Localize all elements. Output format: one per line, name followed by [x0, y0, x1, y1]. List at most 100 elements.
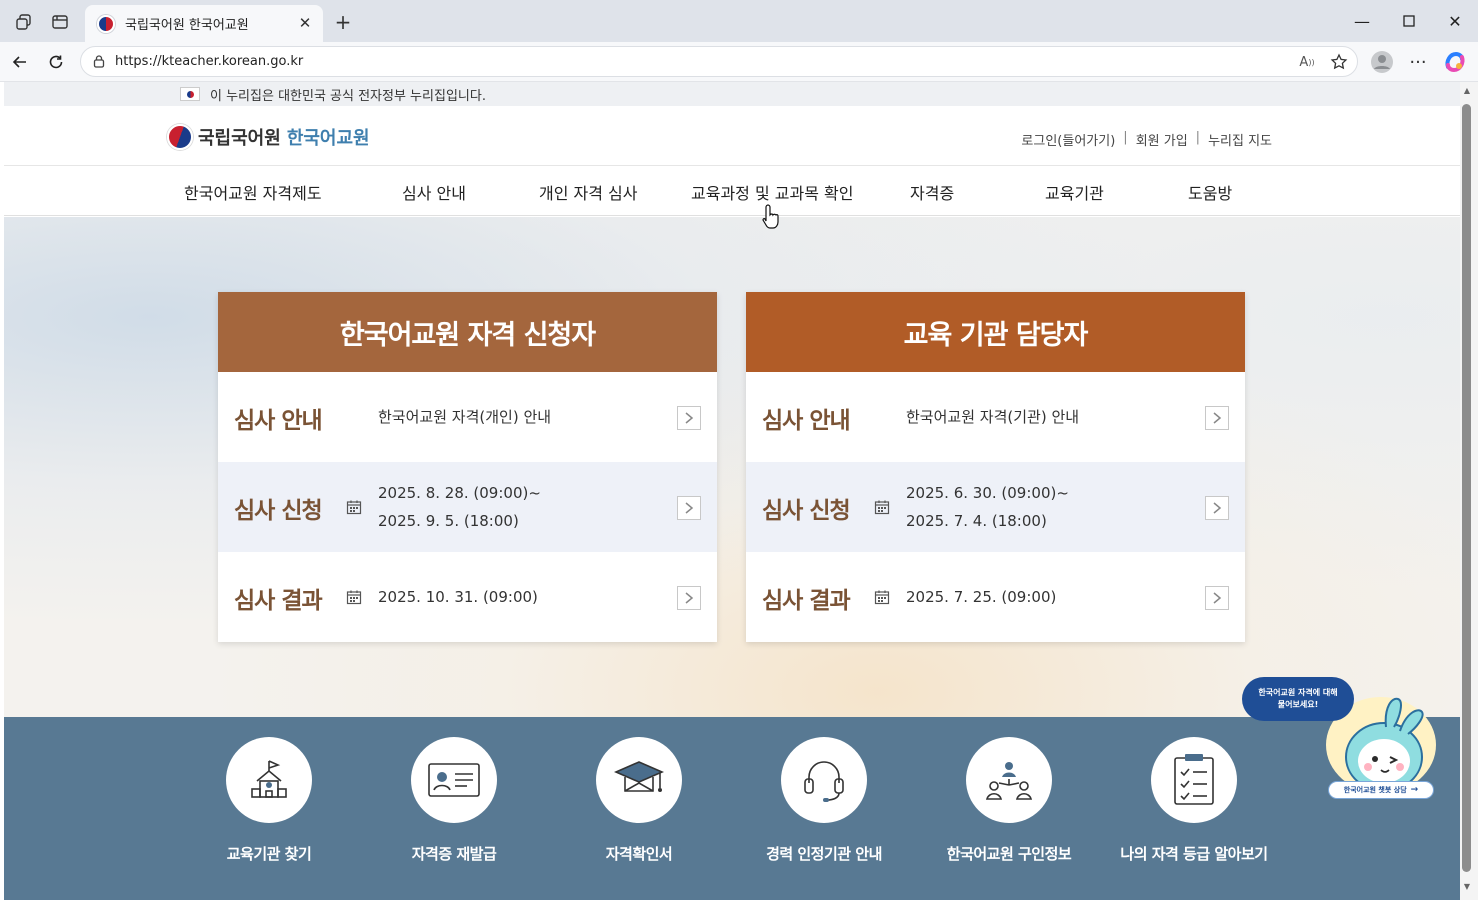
- utility-links: 로그인(들어가기) | 회원 가입 | 누리집 지도: [1021, 130, 1272, 149]
- calendar-icon: [874, 590, 890, 605]
- card-individual-applicant: 한국어교원 자격 신청자 심사 안내 한국어교원 자격(개인) 안내 심사 신청…: [218, 292, 717, 642]
- chevron-right-icon[interactable]: [677, 496, 701, 520]
- page-scrollbar[interactable]: ▲ ▼: [1460, 82, 1478, 900]
- profile-avatar-icon[interactable]: [1368, 48, 1396, 76]
- row-label: 심사 안내: [234, 408, 323, 434]
- site-logo[interactable]: 국립국어원 한국어교원: [167, 124, 370, 150]
- chevron-right-icon[interactable]: [1205, 496, 1229, 520]
- main-navigation: 한국어교원 자격제도 심사 안내 개인 자격 심사 교육과정 및 교과목 확인 …: [4, 166, 1460, 216]
- card-row-review-application[interactable]: 심사 신청 2025. 6. 30. (09:00)~ 2025. 7. 4. …: [746, 462, 1245, 552]
- divider: |: [1195, 130, 1201, 145]
- quick-link-label: 경력 인정기관 안내: [766, 845, 882, 863]
- more-options-icon[interactable]: ···: [1404, 48, 1432, 76]
- minimize-icon[interactable]: —: [1349, 9, 1375, 33]
- login-link[interactable]: 로그인(들어가기): [1021, 130, 1115, 149]
- row-text: 2025. 8. 28. (09:00)~ 2025. 9. 5. (18:00…: [378, 484, 541, 530]
- quick-link-reissue-certificate[interactable]: 자격증 재발급: [379, 737, 529, 864]
- browser-titlebar: 국립국어원 한국어교원 ✕ + — ✕: [0, 0, 1478, 42]
- refresh-icon[interactable]: [42, 48, 70, 76]
- site-header: 국립국어원 한국어교원 로그인(들어가기) | 회원 가입 | 누리집 지도: [4, 106, 1460, 166]
- logo-site-text: 한국어교원: [286, 128, 370, 149]
- arrow-right-icon: →: [1410, 785, 1419, 795]
- logo-org-text: 국립국어원: [198, 128, 281, 149]
- graduation-cap-icon: [596, 737, 682, 823]
- site-favicon-icon: [97, 14, 115, 33]
- back-icon[interactable]: [6, 48, 34, 76]
- window-close-icon[interactable]: ✕: [1442, 9, 1468, 33]
- signup-link[interactable]: 회원 가입: [1136, 130, 1188, 149]
- nav-help[interactable]: 도움방: [1188, 180, 1232, 204]
- row-label: 심사 결과: [234, 588, 323, 614]
- chevron-right-icon[interactable]: [677, 406, 701, 430]
- tab-actions-icon[interactable]: [46, 8, 74, 36]
- hand-cursor-icon: [762, 204, 779, 229]
- workspaces-icon[interactable]: [10, 8, 38, 36]
- quick-link-label: 교육기관 찾기: [226, 845, 312, 863]
- quick-link-job-info[interactable]: 한국어교원 구인정보: [934, 737, 1084, 864]
- chevron-right-icon[interactable]: [677, 586, 701, 610]
- row-text: 2025. 10. 31. (09:00): [378, 588, 538, 606]
- quick-link-career-institutions[interactable]: 경력 인정기관 안내: [749, 737, 899, 864]
- scroll-down-icon[interactable]: ▼: [1462, 882, 1472, 892]
- lock-icon[interactable]: [92, 54, 106, 68]
- tab-close-icon[interactable]: ✕: [295, 13, 315, 33]
- chatbot-button[interactable]: 한국어교원 챗봇 상담 →: [1328, 781, 1434, 799]
- headset-icon: [781, 737, 867, 823]
- quick-link-label: 나의 자격 등급 알아보기: [1120, 845, 1268, 863]
- divider: |: [1123, 130, 1128, 145]
- card-row-review-application[interactable]: 심사 신청 2025. 8. 28. (09:00)~ 2025. 9. 5. …: [218, 462, 717, 552]
- nav-institutions[interactable]: 교육기관: [1045, 180, 1104, 204]
- quick-link-find-institution[interactable]: 교육기관 찾기: [194, 737, 344, 864]
- card-title: 교육 기관 담당자: [746, 292, 1245, 372]
- row-text: 2025. 7. 25. (09:00): [906, 588, 1057, 606]
- calendar-icon: [346, 590, 362, 605]
- url-text: https://kteacher.korean.go.kr: [115, 54, 304, 69]
- nav-certificate[interactable]: 자격증: [910, 180, 954, 204]
- new-tab-button[interactable]: +: [330, 9, 356, 35]
- nav-review-guide[interactable]: 심사 안내: [402, 180, 466, 204]
- quick-link-label: 자격증 재발급: [411, 845, 497, 863]
- browser-tab[interactable]: 국립국어원 한국어교원 ✕: [85, 5, 323, 42]
- calendar-icon: [346, 500, 362, 515]
- address-bar[interactable]: https://kteacher.korean.go.kr A)): [80, 46, 1358, 77]
- row-label: 심사 안내: [762, 408, 851, 434]
- card-title: 한국어교원 자격 신청자: [218, 292, 717, 372]
- quick-link-label: 한국어교원 구인정보: [946, 845, 1072, 863]
- favorite-star-icon[interactable]: [1329, 52, 1349, 72]
- scroll-thumb[interactable]: [1462, 104, 1471, 872]
- row-label: 심사 신청: [234, 498, 323, 524]
- card-row-review-guide[interactable]: 심사 안내 한국어교원 자격(개인) 안내: [218, 372, 717, 462]
- gov-banner-text: 이 누리집은 대한민국 공식 전자정부 누리집입니다.: [210, 88, 486, 104]
- chatbot-widget[interactable]: 한국어교원 자격에 대해 물어보세요! 한국어교원 챗봇 상담 →: [1240, 677, 1440, 807]
- scroll-up-icon[interactable]: ▲: [1462, 86, 1472, 96]
- chevron-right-icon[interactable]: [1205, 406, 1229, 430]
- row-label: 심사 결과: [762, 588, 851, 614]
- row-text: 한국어교원 자격(기관) 안내: [906, 408, 1080, 426]
- maximize-icon[interactable]: [1396, 9, 1422, 33]
- clipboard-checklist-icon: [1151, 737, 1237, 823]
- address-toolbar: https://kteacher.korean.go.kr A)) ···: [0, 42, 1478, 82]
- sitemap-link[interactable]: 누리집 지도: [1208, 130, 1272, 149]
- nav-qualification-system[interactable]: 한국어교원 자격제도: [184, 180, 322, 204]
- card-institution-manager: 교육 기관 담당자 심사 안내 한국어교원 자격(기관) 안내 심사 신청 20…: [746, 292, 1245, 642]
- card-row-review-result[interactable]: 심사 결과 2025. 7. 25. (09:00): [746, 552, 1245, 642]
- school-icon: [226, 737, 312, 823]
- people-network-icon: [966, 737, 1052, 823]
- id-card-icon: [411, 737, 497, 823]
- quick-link-qualification-confirmation[interactable]: 자격확인서: [564, 737, 714, 864]
- nav-individual-review[interactable]: 개인 자격 심사: [539, 180, 638, 204]
- copilot-icon[interactable]: [1441, 48, 1469, 76]
- calendar-icon: [874, 500, 890, 515]
- chevron-right-icon[interactable]: [1205, 586, 1229, 610]
- row-label: 심사 신청: [762, 498, 851, 524]
- nav-curriculum-check[interactable]: 교육과정 및 교과목 확인: [691, 180, 853, 204]
- card-row-review-guide[interactable]: 심사 안내 한국어교원 자격(기관) 안내: [746, 372, 1245, 462]
- row-text: 한국어교원 자격(개인) 안내: [378, 408, 552, 426]
- tab-title: 국립국어원 한국어교원: [125, 18, 249, 33]
- card-row-review-result[interactable]: 심사 결과 2025. 10. 31. (09:00): [218, 552, 717, 642]
- quick-link-label: 자격확인서: [605, 845, 673, 863]
- read-aloud-icon[interactable]: A)): [1297, 52, 1317, 72]
- chatbot-bubble: 한국어교원 자격에 대해 물어보세요!: [1242, 677, 1354, 721]
- web-page: 이 누리집은 대한민국 공식 전자정부 누리집입니다. 국립국어원 한국어교원 …: [4, 82, 1460, 900]
- row-text: 2025. 6. 30. (09:00)~ 2025. 7. 4. (18:00…: [906, 484, 1069, 530]
